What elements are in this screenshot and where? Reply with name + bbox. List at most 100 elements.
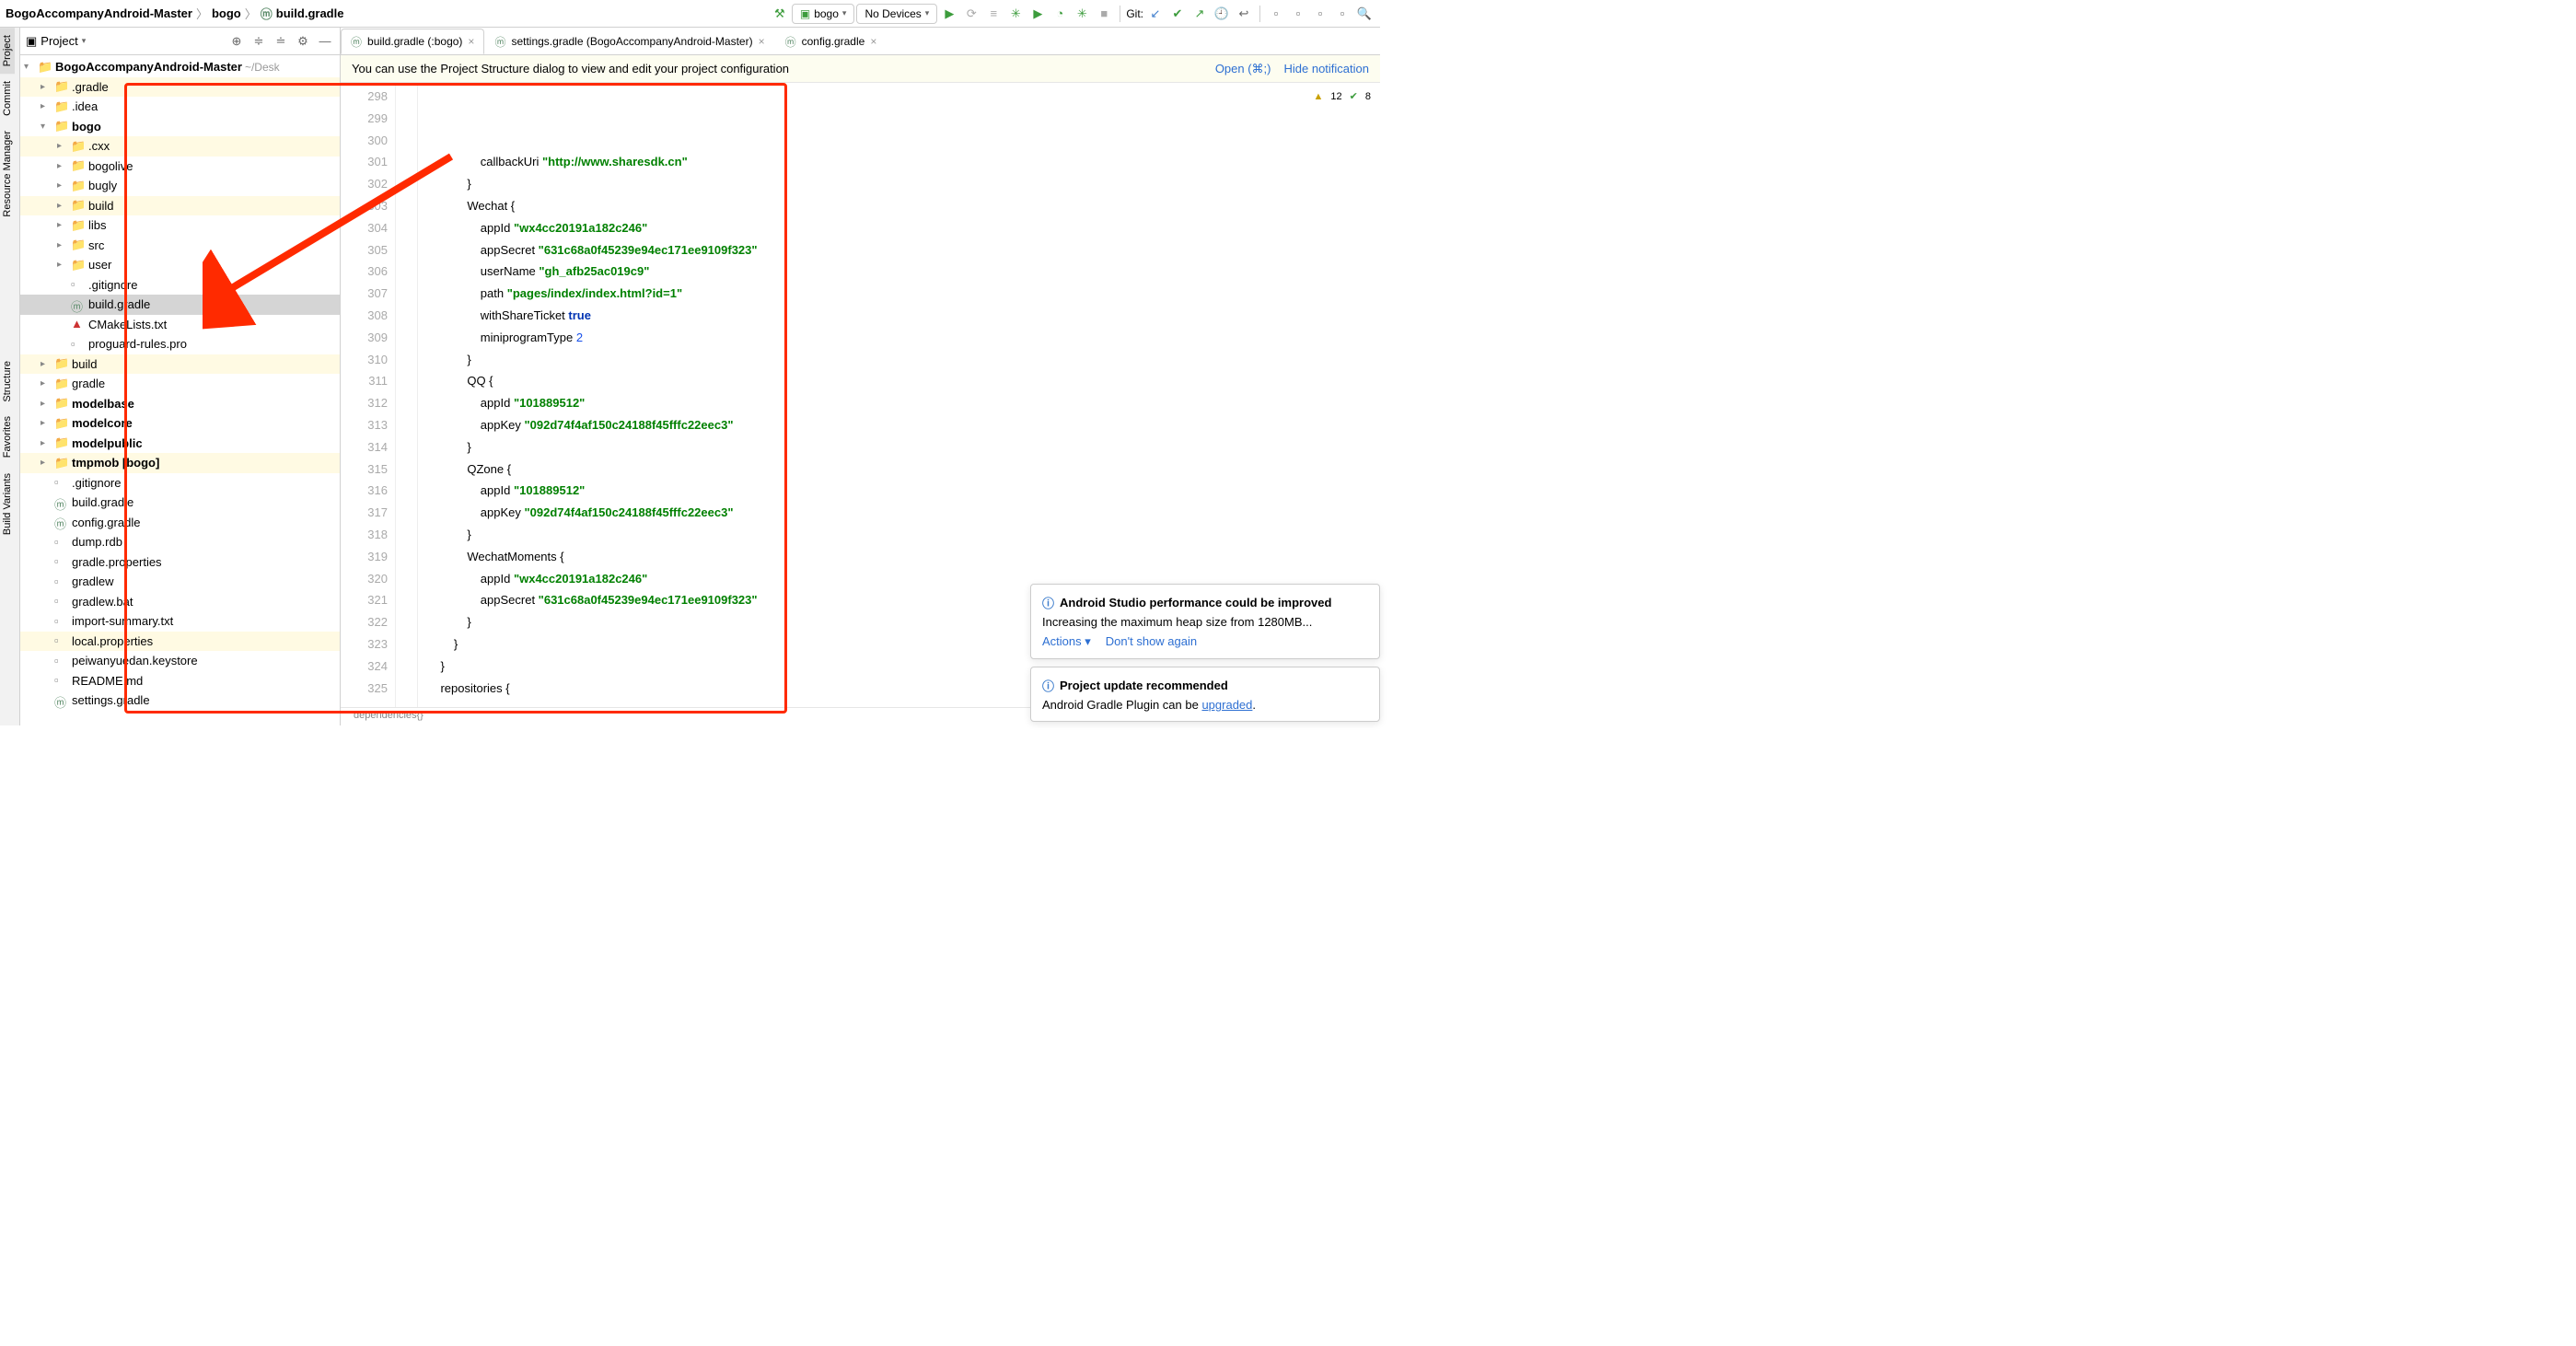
project-tree[interactable]: ▾📁BogoAccompanyAndroid-Master ~/Desk▸📁.g…: [20, 55, 340, 725]
tree-file[interactable]: ▫.gitignore: [20, 473, 340, 493]
avd-icon[interactable]: ▫: [1266, 4, 1286, 24]
tree-folder[interactable]: ▸📁build: [20, 354, 340, 375]
banner-open-link[interactable]: Open (⌘;): [1215, 62, 1271, 76]
device-combo[interactable]: No Devices▾: [856, 4, 937, 24]
editor-tab[interactable]: ⓜconfig.gradle×: [775, 29, 888, 54]
breadcrumb-root[interactable]: BogoAccompanyAndroid-Master: [6, 6, 192, 20]
tree-folder[interactable]: ▸📁src: [20, 236, 340, 256]
tab-project[interactable]: Project: [0, 28, 15, 74]
editor-tabs: ⓜbuild.gradle (:bogo)×ⓜsettings.gradle (…: [341, 28, 1380, 55]
line-gutter[interactable]: 2982993003013023033043053063073083093103…: [341, 83, 396, 707]
hammer-icon[interactable]: ⚒: [770, 4, 790, 24]
tab-resource-manager[interactable]: Resource Manager: [0, 123, 15, 225]
inspections-widget[interactable]: ▲12 ✔8: [1314, 87, 1371, 109]
apply-code-icon[interactable]: ≡: [983, 4, 1004, 24]
stop-icon[interactable]: ■: [1094, 4, 1114, 24]
collapse-all-icon[interactable]: ≐: [272, 32, 290, 51]
tree-file[interactable]: ▫gradlew: [20, 572, 340, 592]
tree-file[interactable]: ▲CMakeLists.txt: [20, 315, 340, 335]
warning-icon: ▲: [1314, 87, 1324, 109]
tree-file[interactable]: ▫gradlew.bat: [20, 592, 340, 612]
tree-file[interactable]: ▫gradle.properties: [20, 552, 340, 573]
run-config-combo[interactable]: ▣bogo▾: [792, 4, 855, 24]
notif-actions-link[interactable]: Actions ▾: [1042, 634, 1091, 648]
notification-update: ⓘProject update recommended Android Grad…: [1030, 667, 1380, 722]
info-icon: ⓘ: [1042, 677, 1054, 694]
notification-performance: ⓘAndroid Studio performance could be imp…: [1030, 584, 1380, 659]
resource-mgr-icon[interactable]: ▫: [1332, 4, 1352, 24]
tab-favorites[interactable]: Favorites: [0, 409, 15, 465]
search-icon[interactable]: 🔍: [1354, 4, 1375, 24]
tree-folder[interactable]: ▸📁.cxx: [20, 136, 340, 157]
gutter-icons: [396, 83, 418, 707]
update-project-icon[interactable]: ↙: [1145, 4, 1166, 24]
info-icon: ⓘ: [1042, 594, 1054, 611]
project-view-combo[interactable]: ▣Project▾: [26, 34, 86, 49]
tree-folder[interactable]: ▾📁bogo: [20, 117, 340, 137]
tab-structure[interactable]: Structure: [0, 354, 15, 410]
tree-file[interactable]: ⓜbuild.gradle: [20, 493, 340, 513]
tree-file[interactable]: ▫.gitignore: [20, 275, 340, 296]
debug-icon[interactable]: ✳: [1005, 4, 1026, 24]
git-label: Git:: [1126, 7, 1143, 20]
tree-file[interactable]: ▫import-summary.txt: [20, 611, 340, 632]
tree-folder[interactable]: ▸📁.gradle: [20, 77, 340, 98]
left-sidebar-tabs: Project Commit Resource Manager Structur…: [0, 28, 20, 725]
sdk-icon[interactable]: ▫: [1288, 4, 1308, 24]
expand-all-icon[interactable]: ≑: [249, 32, 268, 51]
banner-text: You can use the Project Structure dialog…: [352, 62, 789, 75]
tree-file[interactable]: ▫local.properties: [20, 632, 340, 652]
tree-file[interactable]: ▫dump.rdb: [20, 532, 340, 552]
tree-folder[interactable]: ▸📁gradle: [20, 374, 340, 394]
ok-icon: ✔: [1350, 87, 1358, 109]
tree-folder[interactable]: ▸📁modelcore: [20, 413, 340, 434]
tree-folder[interactable]: ▸📁tmpmob [bogo]: [20, 453, 340, 473]
push-icon[interactable]: ↗: [1189, 4, 1210, 24]
tree-file[interactable]: ▫proguard-rules.pro: [20, 334, 340, 354]
breadcrumb-module[interactable]: bogo: [212, 6, 241, 20]
apply-changes-icon[interactable]: ⟳: [961, 4, 981, 24]
commit-icon[interactable]: ✔: [1167, 4, 1188, 24]
tree-folder[interactable]: ▸📁modelpublic: [20, 434, 340, 454]
hide-icon[interactable]: —: [316, 32, 334, 51]
tree-file[interactable]: ▫README.md: [20, 671, 340, 691]
editor-tab[interactable]: ⓜsettings.gradle (BogoAccompanyAndroid-M…: [484, 29, 774, 54]
project-tool-window: ▣Project▾ ⊕ ≑ ≐ ⚙ — ▾📁BogoAccompanyAndro…: [20, 28, 341, 725]
tree-file[interactable]: ⓜsettings.gradle: [20, 690, 340, 711]
notif-dismiss-link[interactable]: Don't show again: [1106, 634, 1197, 648]
tree-file[interactable]: ⓜbuild.gradle: [20, 295, 340, 315]
project-panel-header: ▣Project▾ ⊕ ≑ ≐ ⚙ —: [20, 28, 340, 55]
tree-file[interactable]: ⓜconfig.gradle: [20, 513, 340, 533]
attach-debug-icon[interactable]: ✳: [1072, 4, 1092, 24]
banner-hide-link[interactable]: Hide notification: [1284, 62, 1370, 75]
layout-inspector-icon[interactable]: ▫: [1310, 4, 1330, 24]
tree-folder[interactable]: ▸📁libs: [20, 215, 340, 236]
gear-icon[interactable]: ⚙: [294, 32, 312, 51]
breadcrumb-file[interactable]: build.gradle: [276, 6, 344, 20]
notif-upgrade-link[interactable]: upgraded: [1201, 698, 1252, 712]
tree-folder[interactable]: ▸📁modelbase: [20, 394, 340, 414]
tree-file[interactable]: ▫peiwanyuedan.keystore: [20, 651, 340, 671]
breadcrumb: BogoAccompanyAndroid-Master 〉 bogo 〉 ⓜ b…: [6, 5, 343, 22]
tab-build-variants[interactable]: Build Variants: [0, 466, 15, 542]
editor-tab[interactable]: ⓜbuild.gradle (:bogo)×: [341, 29, 484, 54]
coverage-icon[interactable]: ▶: [1027, 4, 1048, 24]
history-icon[interactable]: 🕘: [1212, 4, 1232, 24]
main-toolbar: BogoAccompanyAndroid-Master 〉 bogo 〉 ⓜ b…: [0, 0, 1380, 28]
tree-root[interactable]: ▾📁BogoAccompanyAndroid-Master ~/Desk: [20, 57, 340, 77]
tab-commit[interactable]: Commit: [0, 74, 15, 123]
profile-icon[interactable]: ◔: [1050, 4, 1070, 24]
tree-folder[interactable]: ▸📁bogolive: [20, 157, 340, 177]
rollback-icon[interactable]: ↩: [1234, 4, 1254, 24]
tree-folder[interactable]: ▸📁.idea: [20, 97, 340, 117]
project-structure-banner: You can use the Project Structure dialog…: [341, 55, 1380, 83]
close-icon[interactable]: ×: [759, 35, 765, 48]
gradle-icon: ⓜ: [261, 5, 273, 22]
select-opened-file-icon[interactable]: ⊕: [227, 32, 246, 51]
tree-folder[interactable]: ▸📁build: [20, 196, 340, 216]
run-icon[interactable]: ▶: [939, 4, 959, 24]
close-icon[interactable]: ×: [468, 35, 474, 48]
close-icon[interactable]: ×: [870, 35, 876, 48]
tree-folder[interactable]: ▸📁user: [20, 255, 340, 275]
tree-folder[interactable]: ▸📁bugly: [20, 176, 340, 196]
